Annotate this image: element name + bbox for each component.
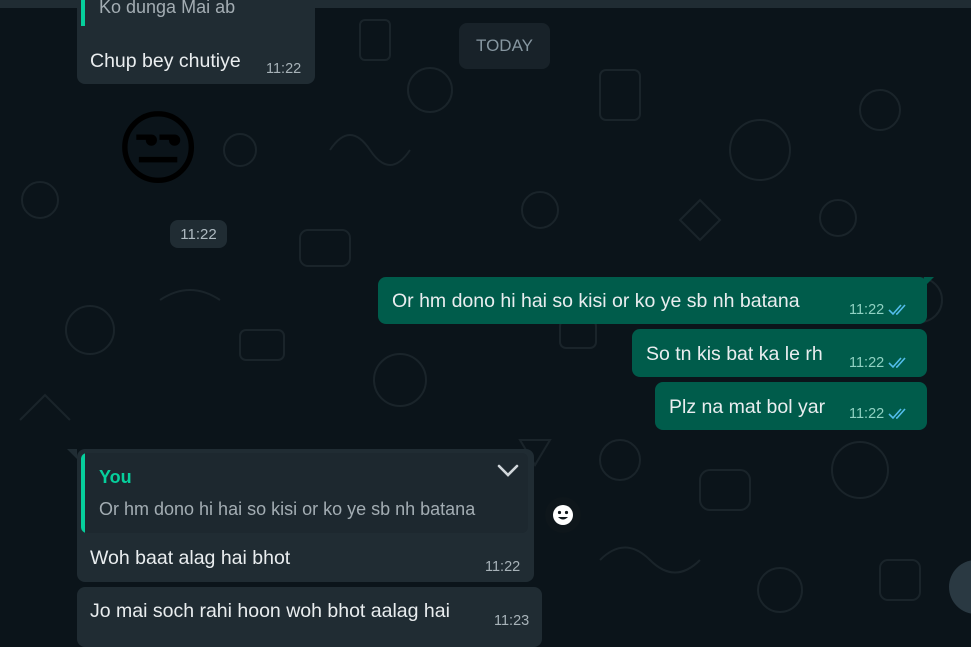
quote-accent-bar bbox=[81, 0, 85, 26]
quoted-message-fragment: Ko dunga Mai ab bbox=[99, 0, 236, 17]
quoted-message[interactable]: You Or hm dono hi hai so kisi or ko ye s… bbox=[81, 453, 528, 533]
sticker-time: 11:22 bbox=[170, 220, 227, 248]
message-text: Chup bey chutiye bbox=[90, 50, 241, 72]
quoted-text: Or hm dono hi hai so kisi or ko ye sb nh… bbox=[99, 499, 476, 519]
message-meta: 11:22 bbox=[849, 302, 910, 318]
message-meta: 11:22 bbox=[849, 406, 910, 422]
bubble-tail bbox=[67, 449, 77, 459]
message-time: 11:22 bbox=[266, 61, 302, 77]
message-bubble-incoming-reply[interactable]: You Or hm dono hi hai so kisi or ko ye s… bbox=[77, 449, 534, 582]
smiley-icon bbox=[553, 505, 573, 525]
unamused-face-sticker[interactable]: 😒 bbox=[108, 100, 208, 200]
double-check-icon bbox=[888, 304, 906, 316]
message-text: Woh baat alag hai bhot bbox=[90, 547, 291, 569]
double-check-icon bbox=[888, 357, 906, 369]
message-text: Plz na mat bol yar bbox=[669, 396, 826, 418]
quoted-author: You bbox=[99, 467, 132, 487]
message-bubble-outgoing[interactable]: So tn kis bat ka le rh 11:22 bbox=[632, 329, 927, 377]
message-bubble-outgoing[interactable]: Or hm dono hi hai so kisi or ko ye sb nh… bbox=[378, 277, 927, 324]
chevron-down-icon[interactable] bbox=[497, 463, 519, 479]
message-time: 11:22 bbox=[849, 302, 885, 318]
message-time: 11:22 bbox=[849, 355, 885, 371]
quote-accent-bar bbox=[81, 453, 85, 533]
message-text: So tn kis bat ka le rh bbox=[646, 343, 823, 365]
bubble-tail bbox=[924, 277, 934, 287]
message-bubble-outgoing[interactable]: Plz na mat bol yar 11:22 bbox=[655, 382, 927, 430]
message-bubble-incoming[interactable]: Ko dunga Mai ab Chup bey chutiye 11:22 bbox=[77, 0, 315, 84]
message-time: 11:23 bbox=[494, 613, 530, 629]
double-check-icon bbox=[888, 408, 906, 420]
react-button[interactable] bbox=[545, 497, 581, 533]
date-divider: TODAY bbox=[459, 23, 550, 69]
message-meta: 11:22 bbox=[849, 355, 910, 371]
message-time: 11:22 bbox=[485, 559, 521, 575]
message-text: Jo mai soch rahi hoon woh bhot aalag hai bbox=[90, 600, 450, 622]
message-time: 11:22 bbox=[849, 406, 885, 422]
message-text: Or hm dono hi hai so kisi or ko ye sb nh… bbox=[392, 290, 800, 312]
message-bubble-incoming[interactable]: Jo mai soch rahi hoon woh bhot aalag hai… bbox=[77, 587, 542, 647]
